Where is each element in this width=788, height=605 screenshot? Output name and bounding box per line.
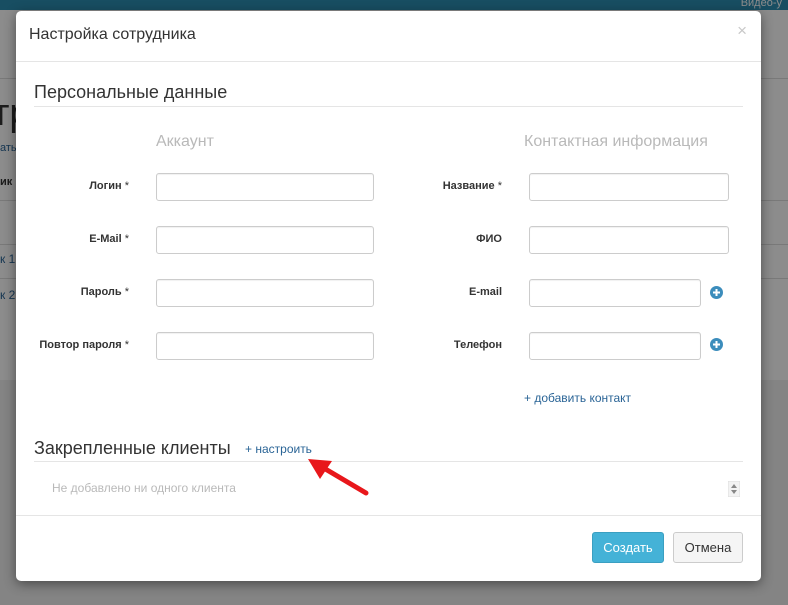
employee-settings-modal: Настройка сотрудника × Персональные данн… (16, 11, 761, 581)
phone-label: Телефон (396, 339, 502, 351)
create-button[interactable]: Создать (592, 532, 664, 563)
required-mark: * (124, 339, 129, 351)
fullname-label: ФИО (396, 233, 502, 245)
required-mark: * (124, 180, 129, 192)
contact-email-input[interactable] (529, 279, 701, 307)
required-mark: * (124, 233, 129, 245)
plus-circle-icon[interactable] (710, 286, 723, 299)
modal-footer-divider (16, 515, 761, 516)
password-repeat-label: Повтор пароля * (16, 339, 129, 351)
email-label: E-Mail * (16, 233, 129, 245)
email-label-text: E-Mail (89, 233, 122, 245)
name-label-text: Название (442, 180, 495, 192)
fullname-label-text: ФИО (476, 233, 502, 245)
clients-empty-text: Не добавлено ни одного клиента (52, 481, 236, 495)
assigned-clients-title: Закрепленные клиенты (34, 438, 231, 458)
required-mark: * (124, 286, 129, 298)
name-label: Название * (396, 180, 502, 192)
spinner-arrows-icon[interactable] (728, 481, 740, 497)
phone-label-text: Телефон (453, 339, 502, 351)
password-label: Пароль * (16, 286, 129, 298)
modal-title: Настройка сотрудника (29, 26, 196, 43)
email-input[interactable] (156, 226, 374, 254)
close-icon[interactable]: × (737, 21, 747, 41)
password-repeat-input[interactable] (156, 332, 374, 360)
contact-column-title: Контактная информация (524, 133, 708, 150)
contact-email-label: E-mail (396, 286, 502, 298)
login-input[interactable] (156, 173, 374, 201)
password-label-text: Пароль (80, 286, 122, 298)
personal-data-title: Персональные данные (34, 82, 228, 102)
account-column-title: Аккаунт (156, 133, 214, 150)
section-divider (34, 461, 743, 462)
login-label-text: Логин (89, 180, 122, 192)
login-label: Логин * (16, 180, 129, 192)
password-input[interactable] (156, 279, 374, 307)
configure-clients-link[interactable]: + настроить (245, 442, 312, 456)
name-input[interactable] (529, 173, 729, 201)
plus-circle-icon[interactable] (710, 338, 723, 351)
cancel-button[interactable]: Отмена (673, 532, 743, 563)
fullname-input[interactable] (529, 226, 729, 254)
phone-input[interactable] (529, 332, 701, 360)
contact-email-label-text: E-mail (468, 286, 502, 298)
modal-header: Настройка сотрудника × (16, 11, 761, 62)
password-repeat-label-text: Повтор пароля (39, 339, 122, 351)
red-arrow-icon (308, 459, 369, 496)
add-contact-link[interactable]: + добавить контакт (524, 391, 631, 405)
required-mark: * (497, 180, 502, 192)
section-divider (34, 106, 743, 107)
